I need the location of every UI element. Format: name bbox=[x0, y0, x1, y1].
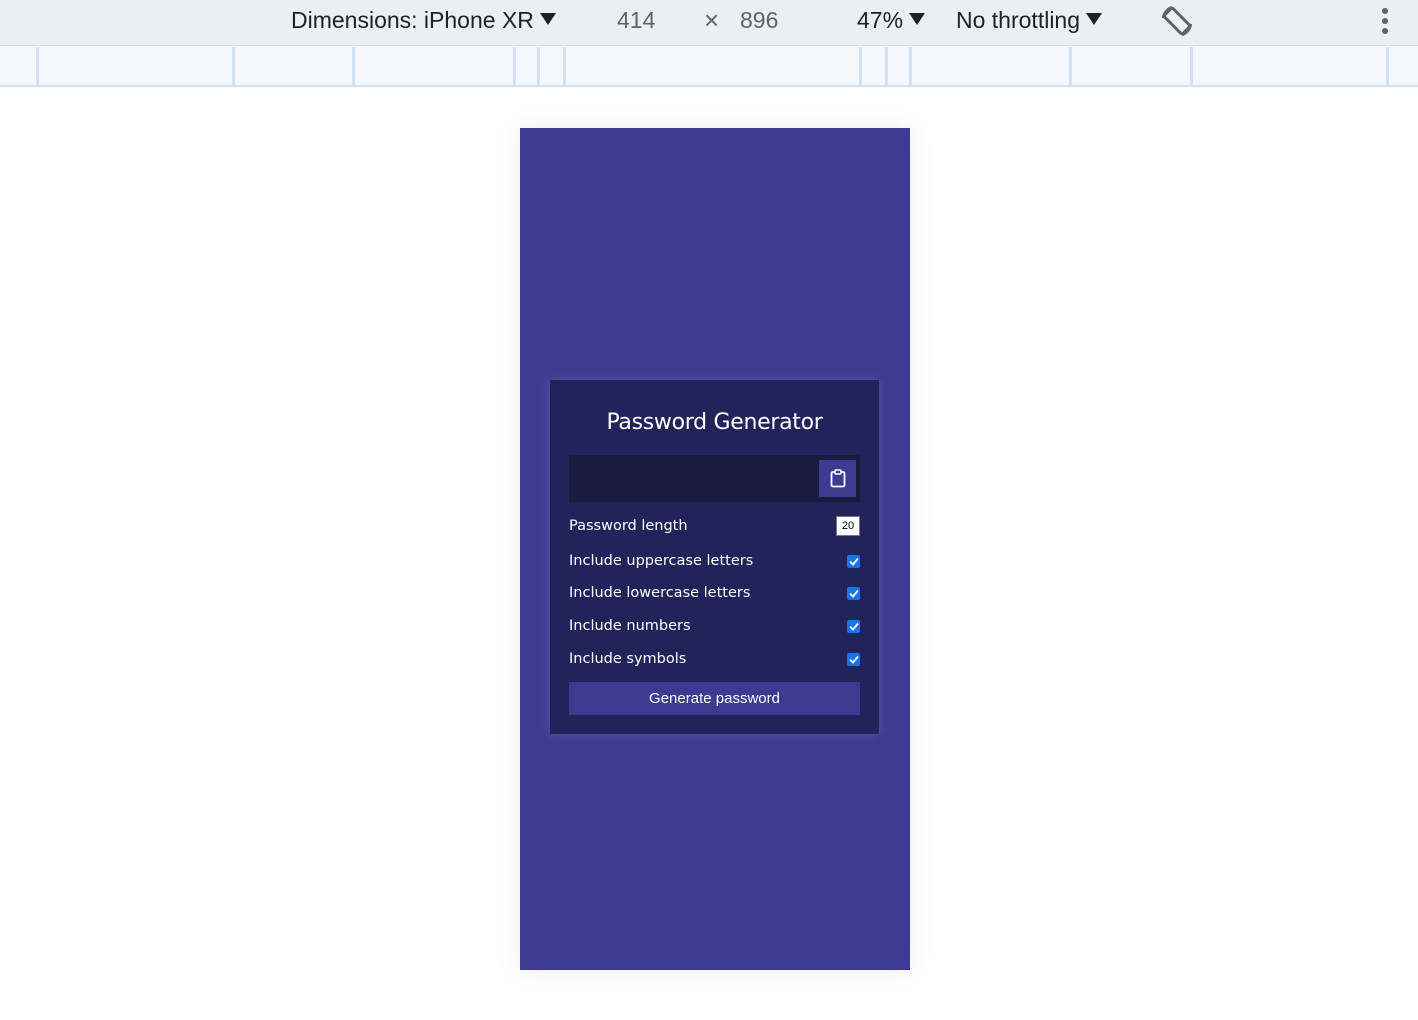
times-glyph: × bbox=[704, 5, 720, 35]
mq-marker[interactable] bbox=[885, 47, 888, 85]
mq-marker[interactable] bbox=[513, 47, 516, 85]
setting-password-length: Password length bbox=[569, 515, 860, 537]
height-value: 896 bbox=[740, 7, 779, 33]
mq-marker[interactable] bbox=[1386, 47, 1389, 85]
chevron-down-icon bbox=[1086, 12, 1103, 25]
symbols-checkbox[interactable] bbox=[847, 652, 860, 666]
setting-symbols: Include symbols bbox=[569, 648, 860, 670]
device-viewport: Password Generator Password length Inclu… bbox=[520, 128, 910, 970]
width-value: 414 bbox=[617, 7, 656, 33]
check-icon bbox=[848, 655, 859, 664]
setting-label: Include uppercase letters bbox=[569, 553, 754, 569]
chevron-down-icon bbox=[909, 12, 926, 25]
numbers-checkbox[interactable] bbox=[847, 619, 860, 633]
page-title: Password Generator bbox=[606, 410, 823, 435]
devtools-device-toolbar: Dimensions: iPhone XR 414 × 896 47% No t… bbox=[0, 0, 1418, 46]
password-generator-card: Password Generator Password length Inclu… bbox=[550, 380, 879, 734]
clipboard-icon bbox=[830, 469, 845, 488]
mq-marker[interactable] bbox=[537, 47, 540, 85]
setting-label: Include symbols bbox=[569, 651, 687, 667]
check-icon bbox=[848, 622, 859, 631]
mq-marker[interactable] bbox=[1190, 47, 1193, 85]
setting-lowercase: Include lowercase letters bbox=[569, 582, 860, 604]
rotate-icon[interactable] bbox=[1158, 2, 1196, 40]
check-icon bbox=[848, 557, 859, 566]
height-field[interactable]: 896 bbox=[740, 7, 778, 34]
device-selector[interactable]: Dimensions: iPhone XR bbox=[291, 7, 556, 34]
uppercase-checkbox[interactable] bbox=[847, 554, 860, 568]
more-options-icon[interactable] bbox=[1380, 8, 1390, 34]
mq-marker[interactable] bbox=[1069, 47, 1072, 85]
setting-uppercase: Include uppercase letters bbox=[569, 550, 860, 572]
setting-numbers: Include numbers bbox=[569, 615, 860, 637]
mq-marker[interactable] bbox=[232, 47, 235, 85]
mq-marker[interactable] bbox=[909, 47, 912, 85]
throttling-selector[interactable]: No throttling bbox=[956, 7, 1103, 34]
device-selector-label: Dimensions: iPhone XR bbox=[291, 7, 534, 33]
throttling-label: No throttling bbox=[956, 7, 1081, 33]
password-length-input[interactable] bbox=[836, 516, 860, 536]
mq-marker[interactable] bbox=[859, 47, 862, 85]
zoom-label: 47% bbox=[857, 7, 904, 33]
times-icon: × bbox=[704, 5, 719, 36]
setting-label: Include lowercase letters bbox=[569, 585, 751, 601]
copy-to-clipboard-button[interactable] bbox=[819, 460, 856, 497]
check-icon bbox=[848, 589, 859, 598]
password-result bbox=[569, 455, 860, 502]
mq-marker[interactable] bbox=[352, 47, 355, 85]
mq-marker[interactable] bbox=[563, 47, 566, 85]
mq-marker[interactable] bbox=[36, 47, 39, 85]
setting-label: Password length bbox=[569, 518, 688, 534]
width-field[interactable]: 414 bbox=[617, 7, 655, 34]
setting-label: Include numbers bbox=[569, 618, 691, 634]
generate-password-button[interactable]: Generate password bbox=[569, 682, 860, 715]
chevron-down-icon bbox=[539, 12, 556, 25]
lowercase-checkbox[interactable] bbox=[847, 586, 860, 600]
zoom-selector[interactable]: 47% bbox=[857, 7, 926, 34]
media-query-bar bbox=[0, 47, 1418, 87]
